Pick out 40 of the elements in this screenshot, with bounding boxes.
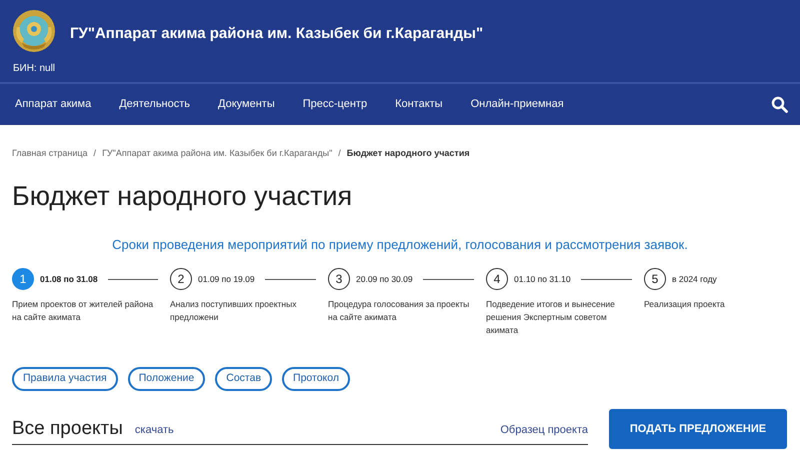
search-icon[interactable] [771, 96, 788, 113]
nav-link[interactable]: Онлайн-приемная [470, 96, 564, 113]
step-dates: 20.09 по 30.09 [356, 272, 413, 286]
document-button[interactable]: Протокол [282, 367, 350, 391]
sample-link[interactable]: Образец проекта [500, 422, 588, 438]
step-number: 3 [328, 268, 350, 290]
nav-link[interactable]: Пресс-центр [302, 96, 368, 113]
document-button[interactable]: Положение [128, 367, 206, 391]
step-number: 5 [644, 268, 666, 290]
section-heading: Все проекты [12, 418, 123, 440]
document-button[interactable]: Состав [215, 367, 272, 391]
breadcrumb-link[interactable]: ГУ"Аппарат акима района им. Казыбек би г.Караганды" [102, 147, 332, 160]
step-description: Анализ поступивших проектных предложени [170, 298, 298, 324]
nav-link[interactable]: Аппарат акима [15, 96, 92, 113]
nav-link[interactable]: Контакты [395, 96, 443, 113]
current-page-label: Бюджет народного участия [346, 147, 470, 160]
step-dates: 01.08 по 31.08 [40, 272, 98, 286]
nav-link[interactable]: Деятельность [119, 96, 190, 113]
step-description: Прием проектов от жителей района на сайте акимата [12, 298, 154, 324]
timeline-heading: Сроки проведения мероприятий по приему предложений, голосования и рассмотрения заявок. [111, 236, 689, 254]
step-dates: 01.09 по 19.09 [198, 272, 255, 286]
step-number: 1 [12, 268, 34, 290]
step-description: Реализация проекта [644, 298, 726, 311]
nav-link[interactable]: Документы [218, 96, 275, 113]
emblem-logo [12, 9, 56, 53]
breadcrumb-separator: / [94, 147, 96, 160]
step-number: 4 [486, 268, 508, 290]
step-description: Подведение итогов и вынесение решения Экспертным советом акимата [486, 298, 616, 337]
step-dates: в 2024 году [672, 272, 717, 286]
step-description: Процедура голосования за проекты на сайте акимата [328, 298, 470, 324]
page-title: Бюджет народного участия [12, 180, 354, 212]
download-link[interactable]: скачать [134, 422, 174, 438]
step-dates: 01.10 по 31.10 [514, 272, 571, 286]
step-number: 2 [170, 268, 192, 290]
bin-label: БИН: null [12, 62, 56, 76]
site-title: ГУ"Аппарат акима района им. Казыбек би г.Караганды" [70, 24, 484, 44]
submit-button[interactable]: ПОДАТЬ ПРЕДЛОЖЕНИЕ [609, 409, 787, 449]
breadcrumb-separator: / [338, 147, 341, 160]
breadcrumb-link[interactable]: Главная страница [12, 147, 88, 160]
document-button[interactable]: Правила участия [12, 367, 118, 391]
